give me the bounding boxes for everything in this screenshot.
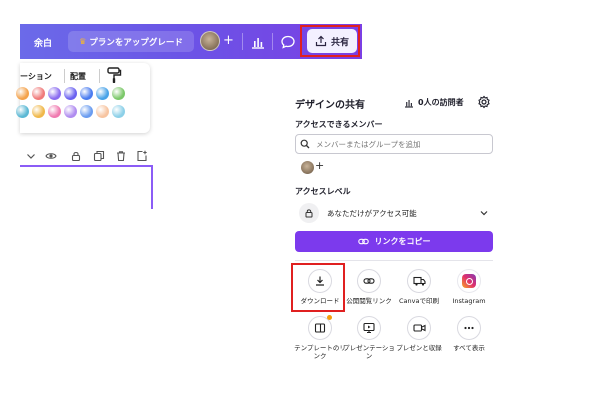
visitors-button[interactable]: 0人の訪問者	[404, 97, 464, 108]
lock-icon	[299, 203, 319, 223]
member-search-input[interactable]	[316, 139, 486, 149]
divider	[272, 33, 273, 50]
color-swatch[interactable]	[112, 105, 125, 118]
more-icon	[457, 316, 481, 340]
link-icon	[357, 269, 381, 293]
divider	[64, 69, 65, 83]
color-swatch[interactable]	[16, 105, 29, 118]
paint-roller-icon[interactable]	[106, 66, 122, 84]
color-swatch[interactable]	[80, 105, 93, 118]
share-panel-title: デザインの共有	[295, 100, 365, 111]
option-label: Instagram	[452, 297, 486, 305]
copy-link-label: リンクをコピー	[374, 237, 431, 246]
presentation-icon	[357, 316, 381, 340]
lock-icon[interactable]	[70, 150, 82, 162]
divider	[242, 33, 243, 50]
member-search-box[interactable]	[295, 134, 493, 154]
share-highlight-box	[300, 25, 360, 57]
access-level-heading: アクセスレベル	[295, 187, 351, 196]
color-swatch[interactable]	[96, 105, 109, 118]
color-toolbar-card: ーション 配置	[16, 63, 150, 133]
option-label: 公開閲覧リンク	[346, 297, 392, 305]
color-swatch[interactable]	[48, 87, 61, 100]
member-avatar[interactable]	[301, 161, 314, 174]
chevron-down-icon[interactable]	[25, 150, 37, 162]
present-and-record-option[interactable]: プレゼンと収録	[393, 316, 445, 352]
access-members-heading: アクセスできるメンバー	[295, 120, 383, 129]
template-icon	[308, 315, 332, 340]
copy-link-button[interactable]: リンクをコピー	[295, 231, 493, 252]
download-highlight-box	[291, 263, 345, 312]
analytics-icon	[405, 99, 413, 108]
visitors-label: 0人の訪問者	[418, 98, 464, 107]
record-icon	[407, 316, 431, 340]
add-collaborator-icon[interactable]: +	[223, 33, 234, 49]
access-level-value: あなただけがアクセス可能	[327, 208, 417, 218]
animation-button[interactable]: ーション	[20, 71, 52, 82]
eye-icon[interactable]	[45, 150, 57, 162]
option-label: Canvaで印刷	[399, 297, 439, 305]
position-button[interactable]: 配置	[70, 71, 86, 82]
upgrade-label: プランをアップグレード	[89, 37, 183, 48]
color-swatch[interactable]	[112, 87, 125, 100]
add-page-icon[interactable]	[136, 150, 148, 162]
page-frame	[20, 165, 153, 167]
search-icon	[300, 139, 310, 149]
share-panel: デザインの共有 0人の訪問者 アクセスできるメンバー + アクセスレベル	[285, 86, 500, 376]
duplicate-icon[interactable]	[93, 150, 105, 162]
margin-button[interactable]: 余白	[34, 36, 52, 49]
user-avatar[interactable]	[200, 31, 220, 51]
color-swatch[interactable]	[48, 105, 61, 118]
canva-editor: 余白 ♛ プランをアップグレード + 共有 ーション 配置 デザインの共有 0人…	[0, 0, 600, 400]
color-swatch[interactable]	[32, 87, 45, 100]
public-view-link-option[interactable]: 公開閲覧リンク	[343, 269, 395, 305]
crown-icon: ♛	[79, 37, 87, 46]
divider	[295, 260, 493, 261]
new-badge-dot	[327, 315, 332, 320]
color-swatch[interactable]	[96, 87, 109, 100]
link-icon	[357, 238, 369, 245]
print-with-canva-option[interactable]: Canvaで印刷	[393, 269, 445, 305]
add-member-icon[interactable]: +	[315, 159, 324, 172]
trash-icon[interactable]	[115, 150, 127, 162]
template-link-option[interactable]: テンプレートのリンク	[294, 315, 346, 360]
gear-icon[interactable]	[477, 95, 491, 109]
divider	[99, 69, 100, 83]
color-swatch[interactable]	[32, 105, 45, 118]
color-swatch[interactable]	[16, 87, 29, 100]
page-frame	[151, 165, 153, 209]
option-label: プレゼンと収録	[396, 344, 442, 352]
see-all-option[interactable]: すべて表示	[443, 316, 495, 352]
presentation-option[interactable]: プレゼンテーション	[343, 316, 395, 360]
access-level-select[interactable]: あなただけがアクセス可能	[295, 202, 493, 224]
truck-icon	[407, 269, 431, 293]
color-swatch[interactable]	[80, 87, 93, 100]
chevron-down-icon	[480, 211, 488, 216]
comment-icon[interactable]	[280, 34, 296, 50]
color-swatch[interactable]	[64, 105, 77, 118]
upgrade-button[interactable]: ♛ プランをアップグレード	[68, 31, 194, 52]
selection-toolbar	[20, 150, 150, 166]
color-swatch[interactable]	[64, 87, 77, 100]
instagram-option[interactable]: Instagram	[443, 269, 495, 305]
option-label: プレゼンテーション	[343, 344, 395, 360]
option-label: すべて表示	[453, 344, 485, 352]
analytics-icon[interactable]	[250, 34, 266, 50]
instagram-icon	[457, 269, 481, 293]
option-label: テンプレートのリンク	[294, 344, 346, 360]
